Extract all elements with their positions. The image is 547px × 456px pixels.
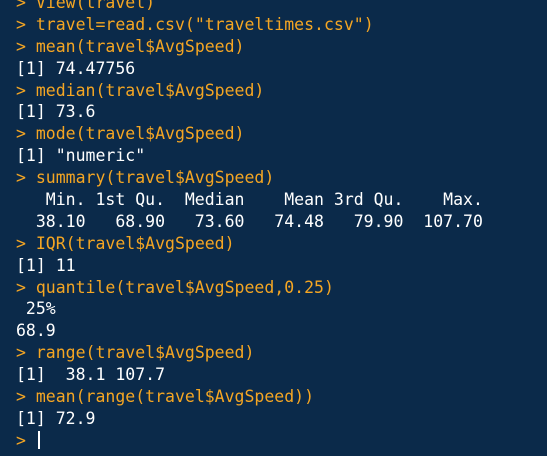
output-text: [1] 74.47756 (16, 58, 136, 78)
console-command-line: > summary(travel$AvgSpeed) (16, 167, 547, 189)
command-text: range(travel$AvgSpeed) (35, 343, 255, 363)
console-command-line: > quantile(travel$AvgSpeed,0.25) (16, 277, 547, 299)
output-text: [1] 38.1 107.7 (16, 365, 166, 385)
console-output-line: [1] 72.9 (16, 408, 547, 430)
prompt-symbol: > (16, 0, 26, 12)
output-text: 25% (16, 299, 66, 319)
prompt-symbol: > (16, 168, 26, 188)
console-command-line: > mean(range(travel$AvgSpeed)) (16, 386, 547, 408)
command-text: IQR(travel$AvgSpeed) (35, 233, 235, 253)
prompt-symbol: > (16, 124, 26, 144)
prompt-symbol: > (16, 387, 26, 407)
console-output-line: [1] 74.47756 (16, 58, 547, 80)
output-text: Min. 1st Qu. Median Mean 3rd Qu. Max. (16, 190, 493, 210)
text-cursor (37, 430, 40, 449)
output-text: 38.10 68.90 73.60 74.48 79.90 107.70 (16, 211, 493, 231)
command-text: mean(range(travel$AvgSpeed)) (35, 387, 315, 407)
prompt-symbol: > (16, 430, 26, 450)
console-command-line: > travel=read.csv("traveltimes.csv") (16, 14, 547, 36)
prompt-symbol: > (16, 233, 26, 253)
console-output-line: Min. 1st Qu. Median Mean 3rd Qu. Max. (16, 189, 547, 211)
prompt-symbol: > (16, 277, 26, 297)
command-text: travel=read.csv("traveltimes.csv") (35, 14, 374, 34)
console-command-line: > View(travel) (16, 0, 547, 14)
prompt-symbol: > (16, 36, 26, 56)
command-text: View(travel) (35, 0, 156, 12)
console-output-line: [1] 38.1 107.7 (16, 364, 547, 386)
prompt-symbol: > (16, 343, 26, 363)
output-text: [1] 73.6 (16, 102, 96, 122)
output-text: [1] "numeric" (16, 146, 146, 166)
command-text: mean(travel$AvgSpeed) (35, 36, 245, 56)
console-input-line[interactable]: > (16, 430, 547, 452)
console-command-line: > IQR(travel$AvgSpeed) (16, 233, 547, 255)
output-text: [1] 72.9 (16, 408, 96, 428)
r-console[interactable]: > View(travel) > travel=read.csv("travelt… (0, 0, 547, 450)
console-output-line: [1] 11 (16, 255, 547, 277)
console-output-line: 38.10 68.90 73.60 74.48 79.90 107.70 (16, 211, 547, 233)
output-text: [1] 11 (16, 255, 76, 275)
prompt-symbol: > (16, 14, 26, 34)
output-text: 68.9 (16, 321, 66, 341)
command-text: median(travel$AvgSpeed) (35, 80, 265, 100)
console-command-line: > mode(travel$AvgSpeed) (16, 123, 547, 145)
console-output-line: 25% (16, 298, 547, 320)
prompt-symbol: > (16, 80, 26, 100)
command-text: quantile(travel$AvgSpeed,0.25) (35, 277, 334, 297)
command-text: mode(travel$AvgSpeed) (35, 124, 245, 144)
console-output-line: [1] 73.6 (16, 101, 547, 123)
console-output-line: 68.9 (16, 320, 547, 342)
console-command-line: > range(travel$AvgSpeed) (16, 342, 547, 364)
console-command-line: > median(travel$AvgSpeed) (16, 80, 547, 102)
command-text: summary(travel$AvgSpeed) (35, 168, 275, 188)
console-output-line: [1] "numeric" (16, 145, 547, 167)
console-command-line: > mean(travel$AvgSpeed) (16, 36, 547, 58)
